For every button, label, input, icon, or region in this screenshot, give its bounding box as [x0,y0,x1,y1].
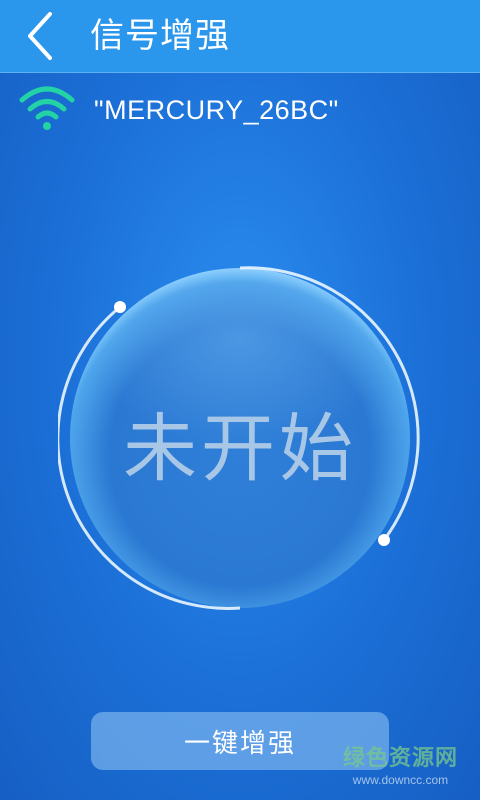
boost-orb[interactable]: 未开始 [56,260,422,624]
wifi-icon [19,86,75,130]
watermark-text: 绿色资源网 [342,746,458,771]
watermark: 绿色资源网 www.downcc.com [342,746,458,787]
page-title: 信号增强 [90,16,230,56]
network-row: "MERCURY_26BC" [0,78,480,142]
boost-status: 未开始 [123,405,357,492]
back-button[interactable] [10,6,70,66]
watermark-url: www.downcc.com [352,773,449,787]
network-ssid: "MERCURY_26BC" [94,95,339,125]
chevron-left-icon [28,12,52,60]
title-bar: 信号增强 [0,0,480,73]
